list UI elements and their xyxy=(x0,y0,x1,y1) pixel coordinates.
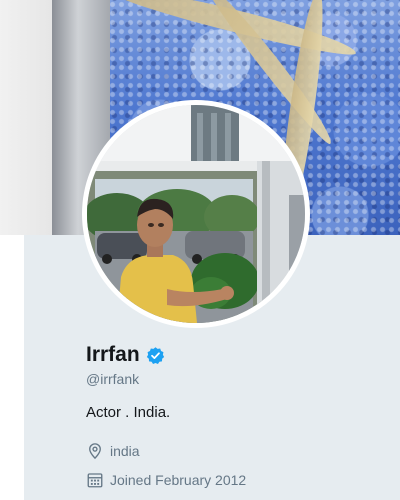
location-pin-icon xyxy=(86,442,104,460)
verified-badge-icon xyxy=(146,346,165,365)
profile-bio: Actor . India. xyxy=(86,404,171,421)
avatar-photo xyxy=(87,105,305,323)
banner-wall xyxy=(0,0,52,235)
joined-date-text: Joined February 2012 xyxy=(110,472,247,488)
profile-avatar[interactable] xyxy=(82,100,310,328)
location-text: india xyxy=(110,443,140,459)
user-handle[interactable]: @irrfank xyxy=(86,370,139,388)
display-name[interactable]: Irrfan xyxy=(86,342,140,368)
calendar-icon xyxy=(86,471,104,489)
name-row: Irrfan xyxy=(86,342,165,368)
page-margin xyxy=(0,235,24,500)
profile-page: Irrfan @irrfank Actor . India. india Joi… xyxy=(0,0,400,500)
joined-row: Joined February 2012 xyxy=(86,470,246,490)
location-row: india xyxy=(86,441,140,461)
